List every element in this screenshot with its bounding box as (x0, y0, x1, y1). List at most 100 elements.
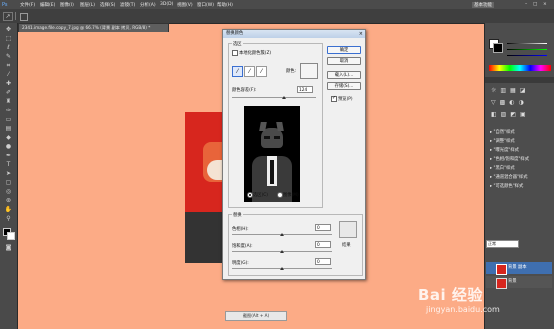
lightness-slider[interactable] (280, 267, 284, 270)
blur-tool-icon[interactable]: ◆ (4, 135, 13, 141)
auto-select-checkbox[interactable] (20, 13, 28, 21)
layer-thumbnail (496, 278, 507, 289)
color-panel-background[interactable] (493, 43, 503, 53)
gradient-tool-icon[interactable]: ▤ (4, 126, 13, 132)
saturation-field[interactable]: 0 (315, 241, 331, 248)
eyedropper-minus-icon[interactable]: ⁄ (256, 66, 267, 77)
fuzziness-field[interactable]: 124 (297, 86, 313, 93)
lightness-label: 明度(G): (232, 261, 249, 266)
saturation-label: 饱和度(A): (232, 244, 253, 249)
menu-select[interactable]: 选择(S) (100, 2, 115, 8)
save-button[interactable]: 存储(S)... (327, 82, 361, 90)
brush-tool-icon[interactable]: ✐ (4, 90, 13, 96)
menu-filter[interactable]: 滤镜(T) (120, 2, 135, 8)
adjustment-icons-row2[interactable]: ▽▩◐◑ (491, 99, 549, 107)
localized-clusters-label: 本地化颜色簇(Z) (239, 51, 272, 56)
menu-layer[interactable]: 图层(L) (80, 2, 95, 8)
radio-image-label: 图像(M) (283, 193, 299, 198)
hue-slider[interactable] (280, 233, 284, 236)
divider (15, 12, 16, 20)
dialog-title: 替换颜色 (223, 30, 365, 38)
blend-mode-select[interactable]: 正常 (486, 240, 519, 248)
minimize-icon[interactable]: – (525, 2, 527, 7)
tool-preset-icon[interactable]: ↗ (3, 12, 13, 21)
layer-name: 背景 副本 (508, 265, 527, 270)
menu-view[interactable]: 视图(V) (177, 2, 193, 8)
dodge-tool-icon[interactable]: ● (4, 144, 13, 150)
style-row-adjust[interactable]: ▸ "调整"样式 (490, 138, 552, 146)
shape-tool-icon[interactable]: ▢ (4, 180, 13, 186)
close-icon[interactable]: × (543, 2, 547, 7)
workspace-button[interactable]: 基本功能 (472, 2, 494, 8)
replace-color-dialog: 替换颜色 × 选区 本地化颜色簇(Z) ⁄ ⁄ ⁄ 颜色: 颜色容差(F): 1… (222, 29, 366, 280)
3d-orbit-tool-icon[interactable]: ⊛ (4, 198, 13, 204)
menu-3d[interactable]: 3D(D) (160, 2, 173, 7)
options-bar: ↗ (0, 9, 554, 24)
background-color-swatch[interactable] (7, 232, 15, 240)
color-label: 颜色: (286, 69, 297, 74)
style-row-channelmix[interactable]: ▸ "通道混合器"样式 (490, 174, 552, 182)
result-label: 结果 (342, 243, 351, 248)
panel-divider (485, 77, 554, 83)
color-ramp[interactable] (489, 65, 551, 71)
lightness-field[interactable]: 0 (315, 258, 331, 265)
menu-edit[interactable]: 编辑(E) (40, 2, 55, 8)
eyedropper-plus-icon[interactable]: ⁄ (244, 66, 255, 77)
saturation-slider[interactable] (280, 250, 284, 253)
eyedropper-icon[interactable]: ⁄ (232, 66, 243, 77)
cancel-button[interactable]: 取消 (327, 57, 361, 65)
hand-tool-icon[interactable]: ✋ (4, 207, 13, 213)
eyedropper-tool-icon[interactable]: ⁄ (4, 72, 13, 78)
pen-tool-icon[interactable]: ✒ (4, 153, 13, 159)
layer-row-selected[interactable]: 背景 副本 (486, 262, 552, 275)
fuzziness-slider[interactable] (282, 96, 287, 99)
screenshot-hint-chip: 截图(Alt + A) (225, 311, 287, 321)
preview-label: 预览(P) (338, 97, 353, 102)
menu-help[interactable]: 帮助(H) (217, 2, 233, 8)
style-row-bw[interactable]: ▸ "黑白"样式 (490, 165, 552, 173)
marquee-tool-icon[interactable]: ⬚ (4, 36, 13, 42)
result-color-swatch[interactable] (339, 221, 357, 238)
style-row-selective[interactable]: ▸ "可选颜色"样式 (490, 183, 552, 191)
move-tool-icon[interactable]: ✥ (4, 27, 13, 33)
style-row-natural[interactable]: ▸ "自然"样式 (490, 129, 552, 137)
menu-file[interactable]: 文件(F) (20, 2, 35, 8)
maximize-icon[interactable]: □ (533, 2, 537, 7)
3d-rotate-tool-icon[interactable]: ◎ (4, 189, 13, 195)
crop-tool-icon[interactable]: ⌗ (4, 63, 13, 69)
healing-tool-icon[interactable]: ✚ (4, 81, 13, 87)
layer-row-background[interactable]: 背景 (486, 276, 552, 289)
lasso-tool-icon[interactable]: ℓ (4, 45, 13, 51)
history-brush-tool-icon[interactable]: ✑ (4, 108, 13, 114)
ok-button[interactable]: 确定 (327, 46, 361, 54)
layer-name: 背景 (508, 279, 517, 284)
style-row-exposure[interactable]: ▸ "曝光度"样式 (490, 147, 552, 155)
preview-checkbox[interactable]: ✓ (331, 95, 337, 102)
selection-group-label: 选区 (232, 41, 243, 47)
menu-bar: Ps 文件(F) 编辑(E) 图像(I) 图层(L) 选择(S) 滤镜(T) 分… (0, 0, 554, 9)
style-row-huesat[interactable]: ▸ "色相/饱和度"样式 (490, 156, 552, 164)
quick-select-tool-icon[interactable]: ✎ (4, 54, 13, 60)
menu-window[interactable]: 窗口(W) (197, 2, 214, 8)
layer-thumbnail (496, 264, 507, 275)
hue-field[interactable]: 0 (315, 224, 331, 231)
type-tool-icon[interactable]: T (4, 162, 13, 168)
load-button[interactable]: 载入(L)... (327, 71, 361, 79)
stamp-tool-icon[interactable]: ♜ (4, 99, 13, 105)
dialog-close-icon[interactable]: × (359, 31, 363, 37)
path-select-tool-icon[interactable]: ➤ (4, 171, 13, 177)
fuzziness-track (232, 97, 316, 98)
menu-analysis[interactable]: 分析(A) (140, 2, 156, 8)
watermark-url: jingyan.baidu.com (426, 305, 500, 314)
selection-color-swatch[interactable] (300, 63, 318, 79)
app-logo: Ps (2, 2, 8, 8)
zoom-tool-icon[interactable]: ⚲ (4, 216, 13, 222)
adjustment-icons-row1[interactable]: ☼▥▦◪ (491, 87, 549, 95)
menu-image[interactable]: 图像(I) (60, 2, 74, 8)
document-image (185, 112, 227, 263)
fuzziness-label: 颜色容差(F): (232, 88, 257, 93)
localized-clusters-checkbox[interactable] (232, 50, 238, 56)
quick-mask-icon[interactable]: ◙ (4, 245, 13, 251)
adjustment-icons-row3[interactable]: ◧▨◩▣ (491, 111, 549, 119)
eraser-tool-icon[interactable]: ▭ (4, 117, 13, 123)
